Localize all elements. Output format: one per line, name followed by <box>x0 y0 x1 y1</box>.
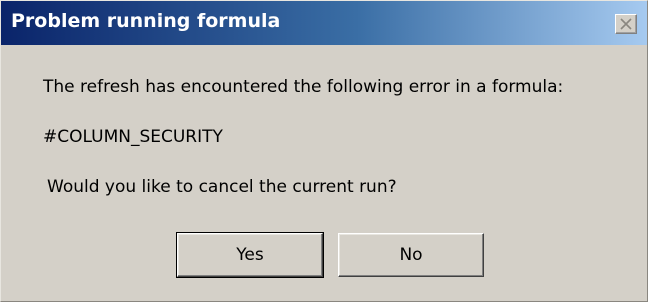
yes-button[interactable]: Yes <box>176 232 324 278</box>
error-description: The refresh has encountered the followin… <box>43 77 564 97</box>
error-dialog: Problem running formula The refresh has … <box>0 0 648 302</box>
dialog-title: Problem running formula <box>11 10 281 32</box>
title-bar[interactable]: Problem running formula <box>1 1 647 45</box>
close-icon <box>620 18 632 30</box>
no-button[interactable]: No <box>338 233 484 277</box>
error-code: #COLUMN_SECURITY <box>43 127 223 147</box>
close-button[interactable] <box>615 14 637 34</box>
cancel-question: Would you like to cancel the current run… <box>47 177 397 197</box>
